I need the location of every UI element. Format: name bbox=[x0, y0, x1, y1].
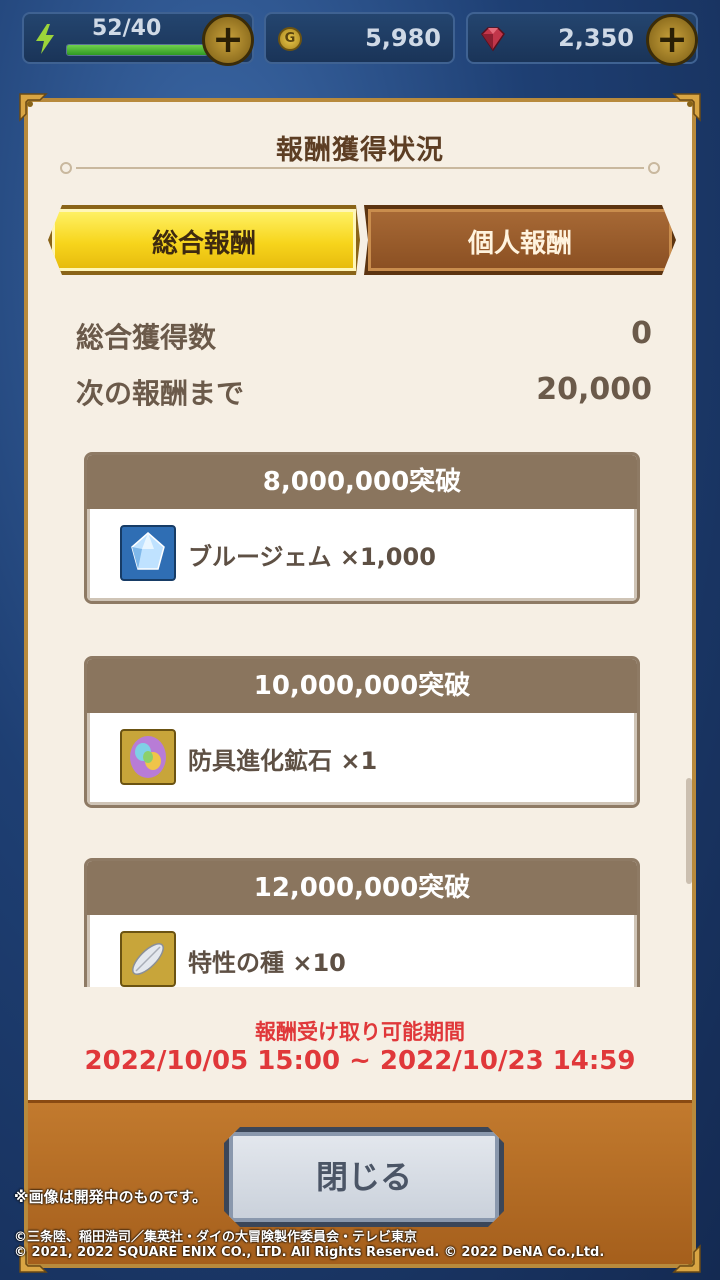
title-divider bbox=[60, 162, 660, 174]
close-button[interactable]: 閉じる bbox=[224, 1127, 504, 1227]
reward-item-row: 防具進化鉱石 ×1 bbox=[87, 713, 637, 805]
reward-period-range: 2022/10/05 15:00 ~ 2022/10/23 14:59 bbox=[84, 1046, 636, 1076]
summary-value: 0 bbox=[631, 316, 652, 351]
reward-list[interactable]: 8,000,000突破 ブルージェム ×1,000 10,000,000突破 防… bbox=[28, 442, 692, 987]
gold-display: G 5,980 bbox=[264, 12, 455, 64]
reward-threshold: 12,000,000突破 bbox=[87, 861, 637, 915]
copyright-line: © 2021, 2022 SQUARE ENIX CO., LTD. All R… bbox=[14, 1245, 605, 1260]
blue-gem-icon bbox=[120, 525, 176, 581]
lightning-bolt-icon bbox=[36, 24, 54, 54]
stamina-value: 52/40 bbox=[92, 16, 162, 41]
add-gems-button[interactable]: + bbox=[646, 14, 698, 66]
tab-personal-rewards[interactable]: 個人報酬 bbox=[364, 205, 676, 275]
armor-ore-icon bbox=[120, 729, 176, 785]
status-bar: 52/40 + G 5,980 2,350 + bbox=[0, 0, 720, 80]
reward-status-panel: 報酬獲得状況 総合報酬 個人報酬 総合獲得数 0 次の報酬まで 20,000 8… bbox=[19, 93, 701, 1273]
reward-card: 10,000,000突破 防具進化鉱石 ×1 bbox=[84, 656, 640, 808]
reward-card: 8,000,000突破 ブルージェム ×1,000 bbox=[84, 452, 640, 604]
reward-item-name: ブルージェム ×1,000 bbox=[188, 543, 436, 571]
corner-ornament-icon bbox=[672, 93, 701, 122]
stamina-bar bbox=[66, 44, 208, 56]
reward-item-name: 特性の種 ×10 bbox=[188, 949, 346, 977]
summary-next-reward: 次の報酬まで 20,000 bbox=[76, 372, 652, 416]
gem-value: 2,350 bbox=[558, 24, 634, 52]
seed-icon bbox=[120, 931, 176, 987]
summary-total-acquired: 総合獲得数 0 bbox=[76, 316, 652, 360]
reward-period-label: 報酬受け取り可能期間 bbox=[255, 1020, 465, 1044]
gem-display: 2,350 + bbox=[466, 12, 698, 66]
corner-ornament-icon bbox=[19, 93, 48, 122]
list-scrollbar[interactable] bbox=[686, 778, 692, 884]
reward-threshold: 8,000,000突破 bbox=[87, 455, 637, 509]
gold-value: 5,980 bbox=[365, 24, 441, 52]
summary-value: 20,000 bbox=[536, 372, 652, 407]
reward-item-name: 防具進化鉱石 ×1 bbox=[188, 747, 378, 775]
reward-threshold: 10,000,000突破 bbox=[87, 659, 637, 713]
red-gem-icon bbox=[481, 27, 505, 52]
summary-label: 総合獲得数 bbox=[76, 321, 217, 354]
reward-item-row: 特性の種 ×10 bbox=[87, 915, 637, 987]
stamina-bar-fill bbox=[67, 45, 207, 55]
reward-card: 12,000,000突破 特性の種 ×10 bbox=[84, 858, 640, 987]
stamina-display: 52/40 + bbox=[22, 12, 254, 66]
development-note: ※画像は開発中のものです。 bbox=[14, 1188, 208, 1206]
reward-item-row: ブルージェム ×1,000 bbox=[87, 509, 637, 601]
gold-coin-icon: G bbox=[278, 27, 302, 51]
tab-total-rewards[interactable]: 総合報酬 bbox=[48, 205, 360, 275]
copyright-line: ©三条陸、稲田浩司／集英社・ダイの大冒険製作委員会・テレビ東京 bbox=[14, 1230, 418, 1245]
summary-label: 次の報酬まで bbox=[76, 377, 245, 410]
add-stamina-button[interactable]: + bbox=[202, 14, 254, 66]
